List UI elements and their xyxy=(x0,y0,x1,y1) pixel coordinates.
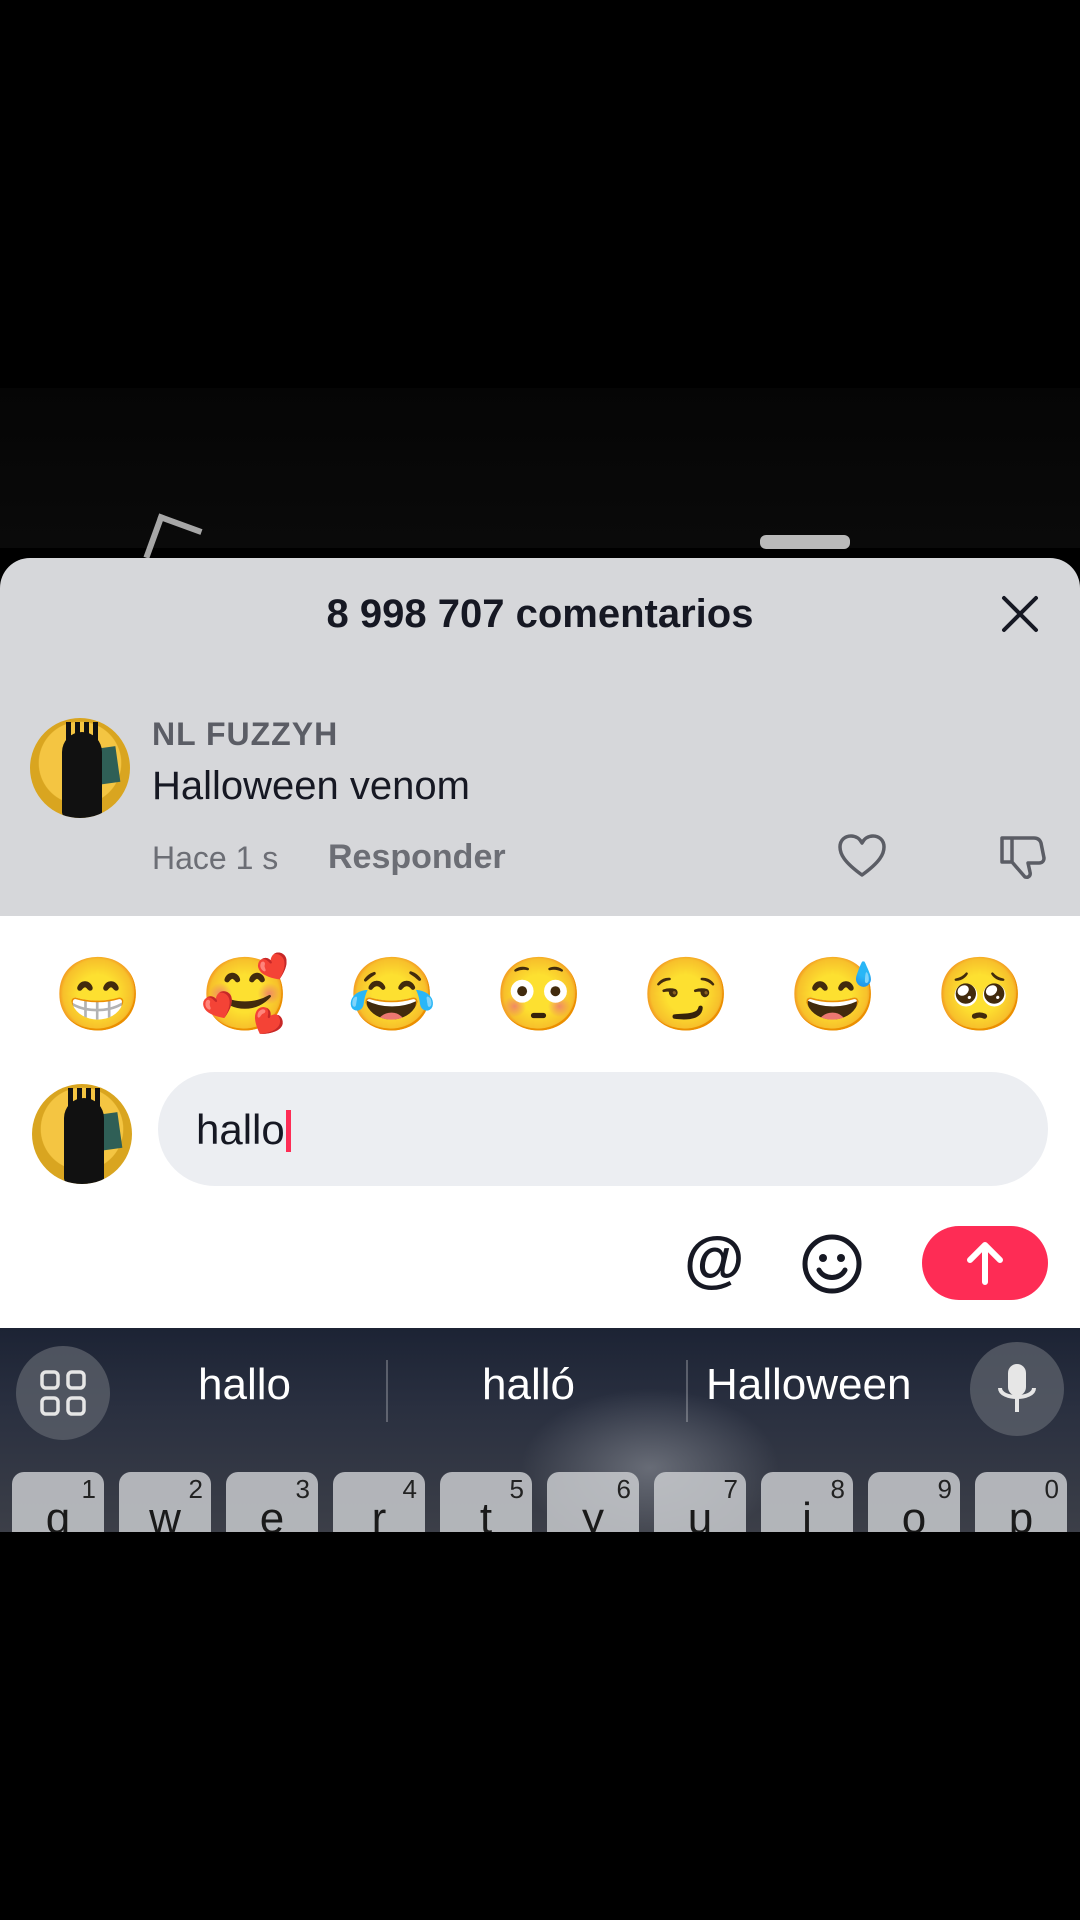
key-r[interactable]: 4r xyxy=(333,1472,425,1532)
key-y[interactable]: 6y xyxy=(547,1472,639,1532)
emoji-picker-button[interactable] xyxy=(800,1232,864,1296)
emoji-sweat-smile[interactable]: 😅 xyxy=(788,950,878,1040)
comment-input-value[interactable]: hallo xyxy=(196,1106,291,1154)
suggestion-2[interactable]: halló xyxy=(482,1360,575,1410)
key-p[interactable]: 0p xyxy=(975,1472,1067,1532)
dislike-button[interactable] xyxy=(994,828,1050,884)
key-u[interactable]: 7u xyxy=(654,1472,746,1532)
send-button[interactable] xyxy=(922,1226,1048,1300)
emoji-pleading[interactable]: 🥺 xyxy=(935,950,1025,1040)
grid-icon xyxy=(40,1370,86,1416)
heart-icon xyxy=(838,834,886,877)
arrow-up-icon xyxy=(967,1242,1003,1285)
suggestion-divider xyxy=(386,1360,388,1422)
keyboard-apps-button[interactable] xyxy=(16,1346,110,1440)
close-button[interactable] xyxy=(996,590,1044,638)
comment-timestamp: Hace 1 s xyxy=(152,840,279,876)
key-o[interactable]: 9o xyxy=(868,1472,960,1532)
suggestion-3[interactable]: Halloween xyxy=(706,1360,911,1410)
voice-input-button[interactable] xyxy=(970,1342,1064,1436)
thumbs-down-icon xyxy=(1000,836,1046,879)
mention-button[interactable]: @ xyxy=(684,1229,744,1291)
comment-username[interactable]: NL FUZZYH xyxy=(152,716,338,753)
key-i[interactable]: 8i xyxy=(761,1472,853,1532)
reply-button[interactable]: Responder xyxy=(328,838,506,877)
key-e[interactable]: 3e xyxy=(226,1472,318,1532)
comment-author-avatar[interactable] xyxy=(30,718,130,818)
close-icon xyxy=(1002,596,1038,632)
key-q[interactable]: 1q xyxy=(12,1472,104,1532)
text-caret xyxy=(285,1110,291,1152)
emoji-flushed[interactable]: 😳 xyxy=(494,950,584,1040)
bottom-letterbox xyxy=(0,1532,1080,1920)
microphone-icon xyxy=(998,1364,1036,1412)
user-avatar xyxy=(32,1084,132,1184)
smiley-icon xyxy=(802,1234,862,1294)
key-w[interactable]: 2w xyxy=(119,1472,211,1532)
emoji-smiling-hearts[interactable]: 🥰 xyxy=(200,950,290,1040)
suggestion-1[interactable]: hallo xyxy=(198,1360,291,1410)
emoji-tears-of-joy[interactable]: 😂 xyxy=(347,950,437,1040)
emoji-grin[interactable]: 😁 xyxy=(53,950,143,1040)
comment-input[interactable] xyxy=(158,1072,1048,1186)
emoji-smirk[interactable]: 😏 xyxy=(641,950,731,1040)
comment-text: Halloween venom xyxy=(152,764,470,808)
key-t[interactable]: 5t xyxy=(440,1472,532,1532)
like-button[interactable] xyxy=(834,828,890,884)
comments-count-title: 8 998 707 comentarios xyxy=(326,592,754,636)
video-content-shape xyxy=(760,535,850,549)
suggestion-divider xyxy=(686,1360,688,1422)
